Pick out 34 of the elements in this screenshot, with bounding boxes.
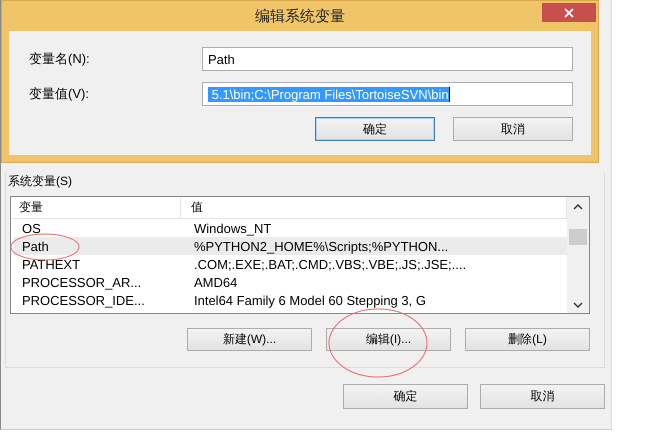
window-button[interactable]: 取消 <box>480 384 605 409</box>
variable-value: .COM;.EXE;.BAT;.CMD;.VBS;.VBE;.JS;.JSE;.... <box>193 256 468 272</box>
list-row[interactable]: PATHEXT .COM;.EXE;.BAT;.CMD;.VBS;.VBE;.JS;.JSE;.... <box>14 255 567 273</box>
window-button[interactable]: 确定 <box>343 384 468 409</box>
column-header[interactable]: 变量 <box>11 197 181 218</box>
variable-value: AMD64 <box>193 274 238 290</box>
list-row[interactable]: Path %PYTHON2_HOME%\Scripts;%PYTHON... <box>14 237 567 255</box>
list-action-button[interactable]: 删除(L) <box>465 328 590 351</box>
list-row[interactable]: OS Windows_NT <box>14 219 567 237</box>
variable-value: Intel64 Family 6 Model 60 Stepping 3, G <box>193 292 427 308</box>
dialog-button[interactable]: 取消 <box>453 117 573 141</box>
variable-name: PROCESSOR_IDE... <box>21 292 146 308</box>
variable-name: PATHEXT <box>21 256 82 272</box>
field-label: 变量值(V): <box>29 85 90 103</box>
scroll-up-icon[interactable] <box>572 203 584 211</box>
close-icon <box>564 8 574 18</box>
variable-value: Windows_NT <box>193 220 272 236</box>
scroll-down-icon[interactable] <box>572 301 584 309</box>
scrollbar-thumb[interactable] <box>569 229 587 245</box>
variable-name: OS <box>21 220 42 236</box>
close-button[interactable] <box>542 3 596 22</box>
list-row[interactable]: PROCESSOR_IDE... Intel64 Family 6 Model 60 Stepping 3, G <box>14 291 567 309</box>
dialog-title: 编辑系统变量 <box>255 6 345 26</box>
dialog-button[interactable]: 确定 <box>315 117 435 141</box>
list-action-button[interactable]: 编辑(I)... <box>326 328 451 351</box>
variable-name: Path <box>21 238 50 254</box>
annotation-circle <box>9 232 81 262</box>
list-action-button[interactable]: 新建(W)... <box>187 328 312 351</box>
variable-name: PROCESSOR_AR... <box>21 274 142 290</box>
field-label: 变量名(N): <box>29 50 91 68</box>
input-field[interactable]: Path <box>202 47 573 71</box>
scrollbar[interactable] <box>567 197 589 313</box>
list-row[interactable]: PROCESSOR_AR... AMD64 <box>14 273 567 291</box>
variable-value: %PYTHON2_HOME%\Scripts;%PYTHON... <box>193 238 450 254</box>
